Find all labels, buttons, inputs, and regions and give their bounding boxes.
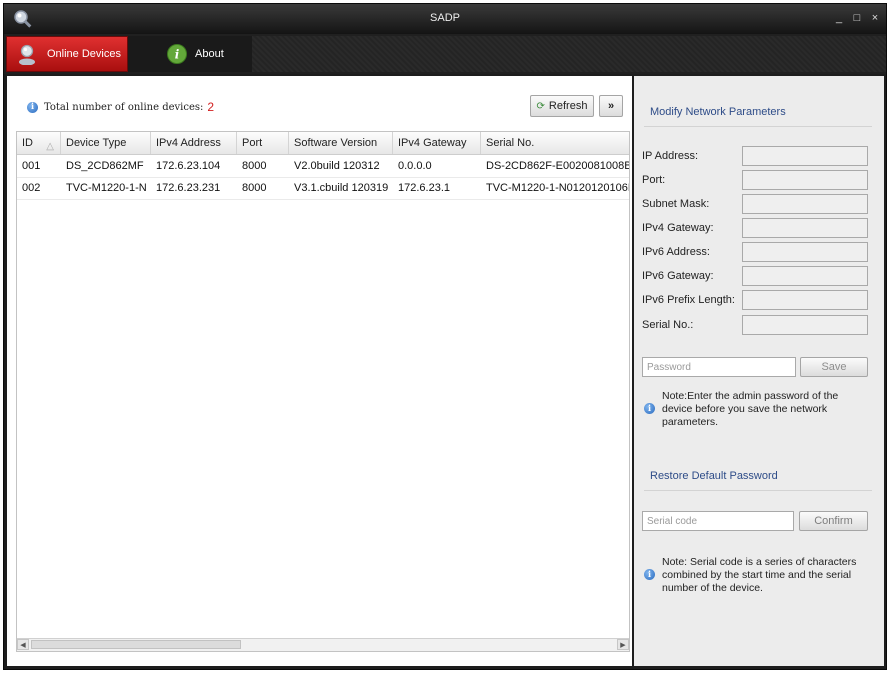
ipv6-gateway-field[interactable] (742, 266, 868, 286)
port-label: Port: (642, 174, 666, 186)
restore-password-heading: Restore Default Password (650, 470, 778, 482)
close-button[interactable]: × (870, 12, 880, 24)
ipv6-gateway-label: IPv6 Gateway: (642, 270, 714, 282)
scroll-left-icon[interactable]: ◀ (17, 639, 29, 650)
table-row[interactable]: 001 DS_2CD862MF 172.6.23.104 8000 V2.0bu… (17, 155, 629, 178)
cell-device-type: DS_2CD862MF (66, 160, 144, 172)
ipv4-gateway-label: IPv4 Gateway: (642, 222, 714, 234)
ip-address-field[interactable] (742, 146, 868, 166)
column-header-ipv4-address[interactable]: IPv4 Address (151, 132, 237, 154)
device-count-value: 2 (207, 100, 215, 114)
ipv6-address-label: IPv6 Address: (642, 246, 710, 258)
cell-ipv4-gateway: 172.6.23.1 (398, 182, 450, 194)
password-input[interactable] (642, 357, 796, 377)
cell-ipv4-address: 172.6.23.231 (156, 182, 221, 194)
tab-about-label: About (195, 48, 224, 60)
refresh-button-label: Refresh (548, 100, 588, 112)
column-header-serial-no[interactable]: Serial No. (481, 132, 629, 154)
cell-ipv4-address: 172.6.23.104 (156, 160, 221, 172)
expand-button[interactable]: » (599, 95, 623, 117)
port-field[interactable] (742, 170, 868, 190)
device-list-panel: Total number of online devices: 2 ⟳ Refr… (7, 76, 632, 666)
column-header-software-version[interactable]: Software Version (289, 132, 393, 154)
divider (644, 126, 872, 127)
tab-bar: Online Devices i About (4, 34, 886, 74)
ipv6-prefix-length-label: IPv6 Prefix Length: (642, 294, 735, 306)
column-header-device-type[interactable]: Device Type (61, 132, 151, 154)
subnet-mask-label: Subnet Mask: (642, 198, 710, 210)
ipv6-address-field[interactable] (742, 242, 868, 262)
serial-code-note-text: Note: Serial code is a series of charact… (662, 556, 857, 594)
cell-id: 002 (22, 182, 41, 194)
svg-text:i: i (175, 48, 180, 62)
cell-device-type: TVC-M1220-1-N (66, 182, 147, 194)
ip-address-label: IP Address: (642, 150, 699, 162)
cell-software-version: V2.0build 120312 (294, 160, 380, 172)
info-icon (644, 568, 655, 581)
password-note: Note:Enter the admin password of the dev… (644, 390, 867, 429)
info-icon (27, 101, 38, 113)
save-button[interactable]: Save (800, 357, 868, 377)
ipv6-prefix-length-field[interactable] (742, 290, 868, 310)
info-icon (644, 402, 655, 415)
tab-bar-background (252, 36, 886, 72)
table-row[interactable]: 002 TVC-M1220-1-N 172.6.23.231 8000 V3.1… (17, 177, 629, 200)
scrollbar-thumb[interactable] (31, 640, 241, 649)
search-person-icon (19, 44, 35, 65)
cell-serial-no: DS-2CD862F-E0020081008B0 (486, 160, 630, 172)
cell-port: 8000 (242, 182, 267, 194)
maximize-button[interactable]: □ (852, 12, 862, 24)
cell-port: 8000 (242, 160, 267, 172)
refresh-button[interactable]: ⟳ Refresh (530, 95, 594, 117)
info-icon: i (167, 44, 187, 64)
serial-no-label: Serial No.: (642, 319, 694, 331)
cell-serial-no: TVC-M1220-1-N0120120106BI (486, 182, 630, 194)
tab-about[interactable]: i About (128, 36, 252, 72)
window-title: SADP (430, 12, 460, 24)
modify-network-heading: Modify Network Parameters (650, 106, 786, 118)
horizontal-scrollbar[interactable]: ◀ ▶ (17, 638, 629, 651)
divider (644, 490, 872, 491)
password-note-text: Note:Enter the admin password of the dev… (662, 390, 839, 428)
cell-ipv4-gateway: 0.0.0.0 (398, 160, 432, 172)
cell-id: 001 (22, 160, 41, 172)
minimize-button[interactable]: _ (834, 12, 844, 24)
subnet-mask-field[interactable] (742, 194, 868, 214)
title-bar: SADP _ □ × (4, 4, 886, 34)
tab-online-devices-label: Online Devices (47, 48, 121, 60)
cell-software-version: V3.1.cbuild 120319 (294, 182, 389, 194)
table-header: ID △ Device Type IPv4 Address Port Softw… (17, 132, 629, 155)
sadp-window: SADP _ □ × Online Devices i About i Tota… (3, 3, 887, 670)
scroll-right-icon[interactable]: ▶ (617, 639, 629, 650)
ipv4-gateway-field[interactable] (742, 218, 868, 238)
column-header-ipv4-gateway[interactable]: IPv4 Gateway (393, 132, 481, 154)
parameters-panel: Modify Network Parameters IP Address: Po… (634, 76, 884, 666)
column-header-id-label: ID (22, 137, 33, 149)
confirm-button[interactable]: Confirm (799, 511, 868, 531)
device-count: Total number of online devices: 2 (27, 100, 214, 114)
serial-no-field[interactable] (742, 315, 868, 335)
tab-online-devices[interactable]: Online Devices (6, 36, 128, 72)
refresh-icon: ⟳ (536, 100, 545, 112)
device-table: ID △ Device Type IPv4 Address Port Softw… (16, 131, 630, 652)
column-header-port[interactable]: Port (237, 132, 289, 154)
serial-code-input[interactable] (642, 511, 794, 531)
serial-code-note: Note: Serial code is a series of charact… (644, 556, 867, 595)
column-header-id[interactable]: ID △ (17, 132, 61, 154)
device-count-label: Total number of online devices: (44, 101, 204, 113)
